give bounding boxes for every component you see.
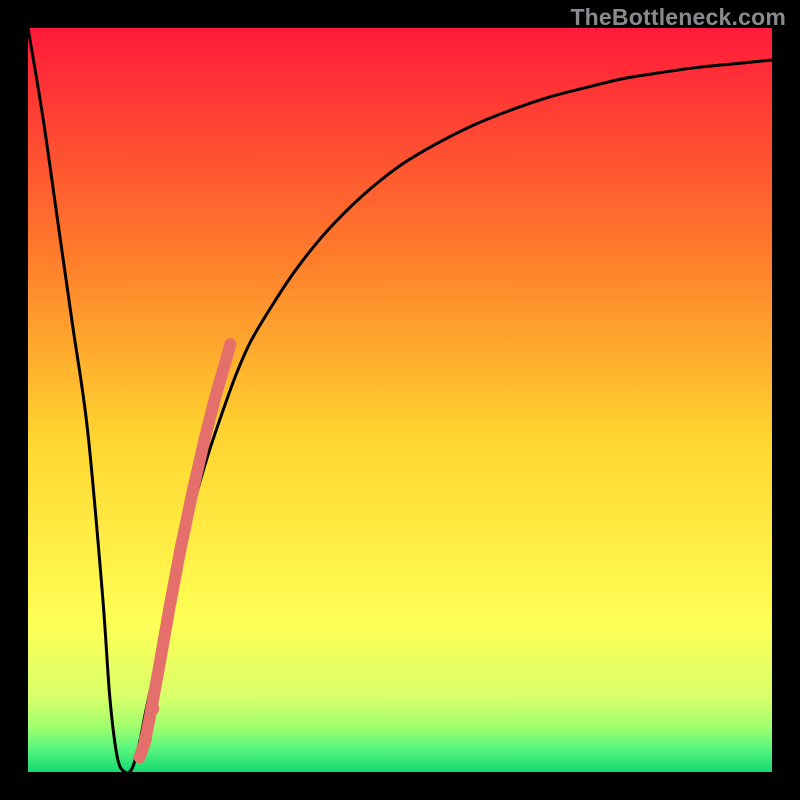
chart-stage: TheBottleneck.com (0, 0, 800, 800)
dot (139, 732, 152, 745)
plot-area (28, 28, 772, 772)
chart-svg (28, 28, 772, 772)
watermark-text: TheBottleneck.com (570, 4, 786, 31)
dot (134, 751, 146, 763)
dot (145, 702, 159, 716)
gradient-background (28, 28, 772, 772)
